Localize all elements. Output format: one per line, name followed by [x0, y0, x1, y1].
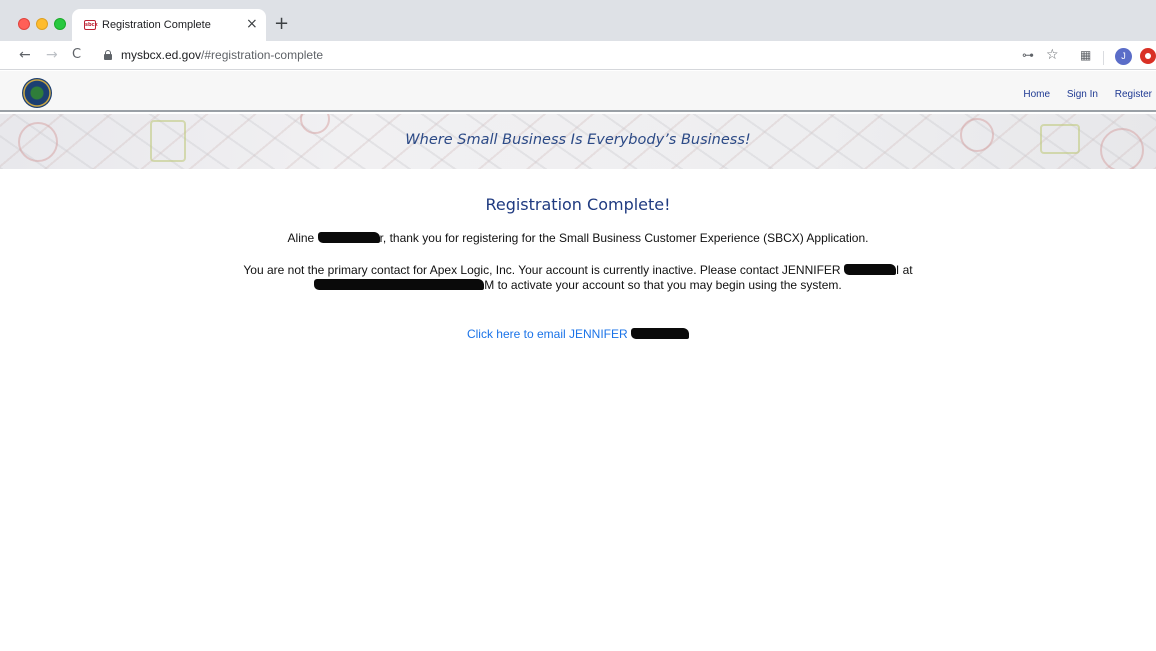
- site-nav: Home Sign In Register: [1009, 89, 1152, 100]
- thank-you-message: Aline r, thank you for registering for t…: [0, 231, 1156, 246]
- department-seal-logo[interactable]: [22, 78, 52, 108]
- close-tab-icon[interactable]: ×: [246, 16, 258, 32]
- window-minimize-button[interactable]: [36, 18, 48, 30]
- browser-tab-strip: sbcx Registration Complete × +: [0, 0, 1156, 41]
- inactive-line1-prefix: You are not the primary contact for Apex…: [243, 263, 844, 277]
- site-header: Home Sign In Register: [0, 71, 1156, 112]
- profile-avatar[interactable]: J: [1115, 48, 1132, 65]
- tab-title: Registration Complete: [102, 19, 211, 31]
- nav-register-link[interactable]: Register: [1115, 89, 1152, 100]
- browser-tab-active[interactable]: sbcx Registration Complete ×: [72, 9, 266, 41]
- back-arrow-icon[interactable]: ←: [19, 46, 31, 64]
- url-host: mysbcx.ed.gov: [121, 48, 202, 62]
- inactive-account-message-line2: M to activate your account so that you m…: [0, 278, 1156, 293]
- forward-arrow-icon[interactable]: →: [46, 46, 58, 64]
- reload-icon[interactable]: C: [72, 46, 81, 64]
- email-contact-row: Click here to email JENNIFER: [0, 327, 1156, 341]
- sbcx-favicon-icon: sbcx: [84, 20, 98, 30]
- page-title: Registration Complete!: [485, 195, 671, 214]
- inactive-account-message-line1: You are not the primary contact for Apex…: [0, 263, 1156, 278]
- key-icon[interactable]: ⊶: [1022, 47, 1034, 63]
- bookmark-star-icon[interactable]: ☆: [1046, 47, 1059, 63]
- window-close-button[interactable]: [18, 18, 30, 30]
- email-contact-link[interactable]: Click here to email JENNIFER: [466, 327, 690, 341]
- inactive-line2-tail: M: [484, 278, 495, 292]
- email-link-text: Click here to email JENNIFER: [466, 327, 632, 341]
- banner-tagline: Where Small Business Is Everybody’s Busi…: [405, 132, 751, 148]
- nav-sign-in-link[interactable]: Sign In: [1067, 89, 1098, 100]
- nav-home-link[interactable]: Home: [1023, 89, 1050, 100]
- new-tab-button[interactable]: +: [274, 15, 289, 33]
- browser-toolbar: ← → C mysbcx.ed.gov/#registration-comple…: [0, 41, 1156, 70]
- redacted-link-surname: [631, 328, 690, 339]
- inactive-line1-tail: I at: [895, 263, 913, 277]
- thanks-prefix: Aline: [287, 231, 318, 245]
- redacted-contact-surname: [843, 264, 896, 275]
- thanks-suffix: , thank you for registering for the Smal…: [382, 231, 869, 245]
- hero-banner: Where Small Business Is Everybody’s Busi…: [0, 114, 1156, 169]
- extension-icon[interactable]: [1140, 48, 1156, 64]
- inactive-line2-suffix: to activate your account so that you may…: [494, 278, 842, 292]
- qr-code-icon[interactable]: ▦: [1080, 47, 1091, 63]
- address-bar[interactable]: mysbcx.ed.gov/#registration-complete: [121, 48, 323, 62]
- lock-icon[interactable]: [104, 50, 112, 60]
- toolbar-divider: [1103, 51, 1104, 65]
- window-maximize-button[interactable]: [54, 18, 66, 30]
- url-path: /#registration-complete: [201, 48, 324, 62]
- redacted-surname: [317, 232, 380, 243]
- banner-doodle: [300, 114, 330, 134]
- redacted-contact-email: [314, 279, 485, 290]
